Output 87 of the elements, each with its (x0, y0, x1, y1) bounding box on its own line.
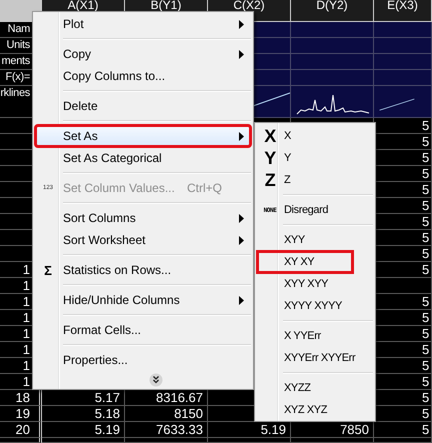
menu-item[interactable]: Z Z (257, 169, 373, 191)
table-cell: 5 (422, 118, 430, 133)
menu-item[interactable]: X X (257, 125, 373, 147)
label-row-cell (374, 22, 432, 38)
table-cell: 5 (422, 294, 430, 309)
menu-item[interactable]: Set As (35, 125, 251, 147)
menu-item[interactable]: XYYY XYYY (257, 295, 373, 317)
table-cell: 5 (422, 150, 430, 165)
row-number[interactable]: 20 (16, 422, 30, 437)
row-number[interactable]: 1 (22, 342, 30, 357)
table-cell: 5 (422, 198, 430, 213)
menu-item[interactable]: XYZ XYZ (257, 399, 373, 421)
row-number[interactable]: 19 (16, 406, 30, 421)
menu-item[interactable]: Hide/Unhide Columns (35, 289, 251, 311)
table-cell: 8316.67 (156, 390, 203, 405)
label-row-cell (374, 54, 432, 70)
sparkline (379, 98, 415, 111)
table-cell: 8150 (174, 406, 203, 421)
row-label: ments (2, 54, 30, 69)
row-label: rklines (0, 86, 30, 101)
table-cell: 7633.33 (156, 422, 203, 437)
menu-item[interactable]: Properties... (35, 349, 251, 371)
table-cell: 5.18 (94, 406, 120, 421)
row-number[interactable]: 1 (22, 262, 30, 277)
column-header[interactable]: A(X1) (68, 0, 98, 10)
row-label: Units (6, 38, 30, 53)
menu-item[interactable]: XYY XYY (257, 273, 373, 295)
menu-item[interactable]: Delete (35, 95, 251, 117)
table-cell: 5 (422, 326, 430, 341)
table-cell: 5 (422, 422, 430, 437)
submenu-arrow-icon (239, 132, 244, 140)
sum-icon: Σ (37, 260, 59, 280)
table-cell: 5 (422, 182, 430, 197)
submenu-arrow-icon (239, 20, 244, 28)
menu-item[interactable]: Sort Worksheet (35, 229, 251, 251)
table-cell: 5 (422, 134, 430, 149)
table-cell: 5 (422, 214, 430, 229)
table-cell: 5 (422, 406, 430, 421)
table-cell: 5 (422, 262, 430, 277)
table-cell: 5 (422, 246, 430, 261)
expand-icon[interactable] (148, 373, 162, 387)
row-number[interactable]: 1 (22, 326, 30, 341)
row-label: F(x)= (6, 70, 30, 85)
menu-item[interactable]: Copy Columns to... (35, 65, 251, 87)
table-cell: 5 (422, 358, 430, 373)
axis-letter-icon: Z (259, 170, 281, 190)
sparkline (252, 92, 290, 106)
menu-item[interactable]: XYYErr XYYErr (257, 347, 373, 369)
column-header[interactable]: D(Y2) (316, 0, 348, 10)
row-number[interactable]: 18 (16, 390, 30, 405)
table-cell: 5 (422, 166, 430, 181)
row-number[interactable]: 1 (22, 278, 30, 293)
table-cell: 5.19 (260, 422, 286, 437)
table-cell: 5 (422, 374, 430, 389)
row-number[interactable]: 1 (22, 294, 30, 309)
menu-item[interactable]: XYZZ (257, 377, 373, 399)
menu-item[interactable]: XY XY (257, 251, 353, 273)
axis-letter-icon: Y (259, 148, 281, 168)
column-header[interactable]: B(Y1) (150, 0, 182, 10)
table-cell: 5.19 (94, 422, 120, 437)
row-number[interactable]: 1 (22, 310, 30, 325)
menu-item[interactable]: Σ Statistics on Rows... (35, 259, 251, 281)
table-cell: 5.17 (94, 390, 120, 405)
table-cell: 5 (422, 310, 430, 325)
menu-item[interactable]: Set As Categorical (35, 147, 251, 169)
table-cell: 7850 (340, 422, 369, 437)
submenu-arrow-icon (239, 236, 244, 244)
table-cell: 5 (422, 230, 430, 245)
row-label: Nam (8, 22, 30, 37)
label-row-cell (374, 38, 432, 54)
submenu-arrow-icon (239, 296, 244, 304)
row-number[interactable]: 1 (22, 374, 30, 389)
axis-letter-icon: X (259, 126, 281, 146)
menu-item[interactable]: Format Cells... (35, 319, 251, 341)
menu-item[interactable]: Sort Columns (35, 207, 251, 229)
shortcut-text: Ctrl+Q (186, 180, 222, 197)
table-cell: 5 (422, 390, 430, 405)
table-cell: 5 (422, 342, 430, 357)
menu-item[interactable]: Plot (35, 13, 251, 35)
menu-item[interactable]: Copy (35, 43, 251, 65)
menu-item[interactable]: Y Y (257, 147, 373, 169)
menu-item[interactable]: XYY (257, 229, 373, 251)
row-number[interactable]: 1 (22, 358, 30, 373)
column-header[interactable]: C(X2) (233, 0, 265, 10)
submenu-arrow-icon (239, 50, 244, 58)
submenu-arrow-icon (239, 214, 244, 222)
menu-item[interactable]: X YYErr (257, 325, 373, 347)
